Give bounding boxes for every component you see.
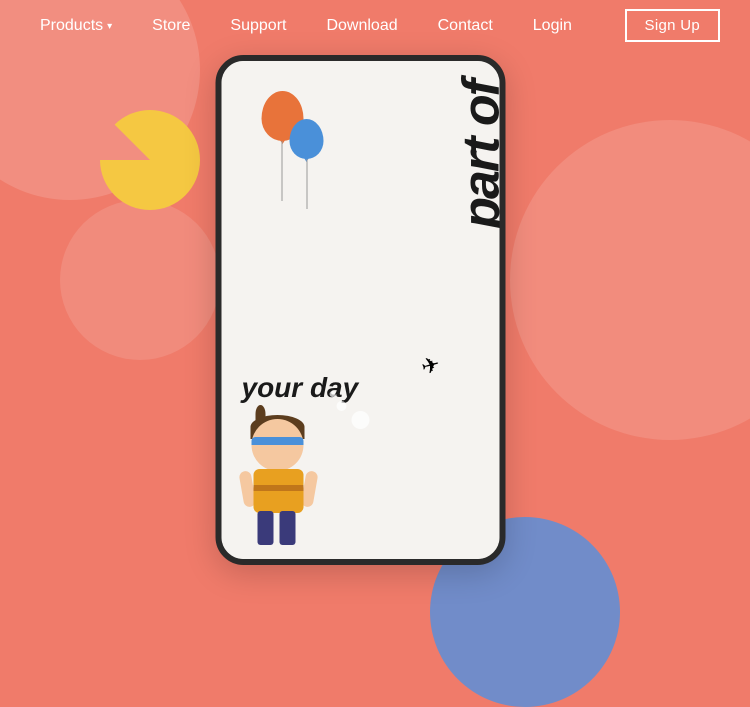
nav-items: Products ▾ Store Support Download Contac… (30, 17, 625, 35)
bg-circle-right-mid (510, 120, 750, 440)
nav-products-label: Products (40, 17, 103, 35)
device-mockup: part of your day ✈ (216, 55, 506, 565)
nav-products[interactable]: Products ▾ (30, 17, 132, 35)
navigation: Products ▾ Store Support Download Contac… (0, 0, 750, 51)
character-body (254, 469, 304, 513)
nav-support-label: Support (230, 17, 286, 35)
your-day-text: your day (242, 372, 359, 404)
vertical-text: part of (456, 81, 500, 229)
balloon-string-orange (282, 141, 283, 201)
character-head (252, 419, 304, 471)
nav-download-label: Download (326, 17, 397, 35)
nav-download[interactable]: Download (306, 17, 417, 35)
bubble-1 (352, 411, 370, 429)
signup-button[interactable]: Sign Up (625, 9, 720, 42)
yellow-decorative-shape (100, 110, 200, 210)
balloon-string-blue (307, 159, 308, 209)
nav-login-label: Login (533, 17, 572, 35)
nav-login[interactable]: Login (513, 17, 592, 35)
bubble-3 (330, 391, 336, 397)
device-screen: part of your day ✈ (222, 61, 500, 559)
nav-store-label: Store (152, 17, 190, 35)
character (232, 419, 332, 559)
character-headband (252, 437, 304, 445)
balloon-blue (290, 119, 324, 159)
character-stripe (254, 485, 304, 491)
nav-store[interactable]: Store (132, 17, 210, 35)
nav-support[interactable]: Support (210, 17, 306, 35)
character-leg-right (280, 511, 296, 545)
chevron-down-icon: ▾ (107, 21, 112, 32)
bg-circle-left-mid (60, 200, 220, 360)
character-leg-left (258, 511, 274, 545)
nav-contact[interactable]: Contact (418, 17, 513, 35)
paper-plane-icon: ✈ (418, 351, 443, 381)
bubble-2 (337, 401, 347, 411)
nav-contact-label: Contact (438, 17, 493, 35)
